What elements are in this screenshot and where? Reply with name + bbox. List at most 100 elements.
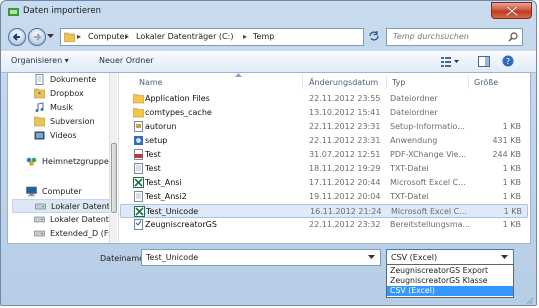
- preview-pane-icon[interactable]: [478, 56, 490, 67]
- file-row[interactable]: Application Files 22.11.2012 23:55 Dateior…: [120, 92, 528, 106]
- filename-label: Dateiname:: [100, 254, 147, 263]
- browser-area: Dokumente Dropbox Musik Subversion Video…: [7, 72, 531, 244]
- file-date: 18.11.2012 19:29: [309, 164, 381, 173]
- file-row[interactable]: comtypes_cache 13.10.2012 15:41 Dateiordne…: [120, 106, 528, 120]
- file-type-option[interactable]: ZeugniscreatorGS Export: [387, 266, 513, 276]
- search-placeholder: Temp durchsuchen: [393, 32, 469, 41]
- file-date: 22.11.2012 23:31: [309, 136, 381, 145]
- resize-grip-icon[interactable]: [526, 297, 534, 305]
- breadcrumb-local-drive[interactable]: Lokaler Datenträger (C:): [136, 32, 233, 41]
- file-type-option-selected[interactable]: CSV (Excel): [387, 286, 513, 296]
- new-folder-button[interactable]: Neuer Ordner: [99, 56, 154, 65]
- back-button[interactable]: [8, 28, 26, 46]
- forward-button[interactable]: [28, 28, 46, 46]
- sidebar-item-label: Videos: [50, 131, 77, 140]
- folder-icon: [133, 108, 144, 118]
- drive-icon: [35, 203, 46, 210]
- help-icon[interactable]: ?: [502, 55, 514, 67]
- file-list: Name Änderungsdatum Typ Größe Applicatio…: [120, 73, 530, 243]
- refresh-icon[interactable]: [368, 30, 380, 42]
- file-row[interactable]: ZeugniscreatorGS 22.11.2012 23:32 Bereitst…: [120, 218, 528, 232]
- documents-icon: [35, 74, 44, 85]
- breadcrumb-temp[interactable]: Temp: [253, 32, 274, 41]
- file-size: 1 KB: [502, 178, 521, 187]
- file-type: Microsoft Excel C...: [391, 207, 467, 216]
- title-bar[interactable]: Daten importieren: [1, 1, 536, 23]
- file-type: Setup-Informatio...: [390, 122, 465, 131]
- sidebar-item-homegroup[interactable]: Heimnetzgruppe: [12, 155, 112, 169]
- organize-button[interactable]: Organisieren ▾: [11, 56, 69, 65]
- recent-pages-dropdown[interactable]: [47, 34, 54, 39]
- file-name: setup: [145, 136, 168, 145]
- file-row[interactable]: Test_Ansi 17.11.2012 20:44 Microsoft Excel…: [120, 176, 528, 190]
- app-icon: [8, 8, 19, 16]
- sidebar-item-documents[interactable]: Dokumente: [12, 73, 112, 87]
- folder-icon: [64, 32, 75, 42]
- organize-label: Organisieren: [11, 56, 63, 65]
- navigation-pane: Dokumente Dropbox Musik Subversion Video…: [8, 73, 117, 243]
- file-name: autorun: [145, 122, 177, 131]
- file-type: Bereitstellungsma...: [390, 220, 471, 229]
- sidebar-item-extended-f[interactable]: Extended_D (F:): [12, 227, 114, 241]
- pdf-icon: [134, 149, 143, 160]
- chevron-down-icon[interactable]: [501, 255, 508, 260]
- file-date: 31.07.2012 12:51: [309, 150, 381, 159]
- file-type-option[interactable]: ZeugniscreatorGS Klasse: [387, 276, 513, 286]
- drive-icon: [34, 216, 45, 223]
- sidebar-item-label: Lokaler Datenträ: [50, 215, 117, 224]
- sidebar-item-local-drive-d[interactable]: Lokaler Datenträ: [12, 213, 117, 227]
- sidebar-item-subversion[interactable]: Subversion: [12, 115, 112, 129]
- navigation-scrollbar[interactable]: [109, 73, 117, 243]
- breadcrumb-separator: ▸: [243, 32, 248, 41]
- file-type: Dateiordner: [390, 94, 438, 103]
- setup-info-icon: [134, 121, 143, 132]
- computer-icon: [26, 186, 37, 197]
- back-arrow-icon: [12, 33, 20, 41]
- file-row[interactable]: Test 18.11.2012 19:29 TXT-Datei 1 KB: [120, 162, 528, 176]
- filename-value: Test_Unicode: [146, 253, 199, 262]
- chevron-down-icon[interactable]: [368, 255, 375, 260]
- file-row[interactable]: Test 31.07.2012 12:51 PDF-XChange Vie... 24…: [120, 148, 528, 162]
- search-input[interactable]: Temp durchsuchen: [386, 28, 523, 46]
- file-size: 1 KB: [502, 192, 521, 201]
- file-row[interactable]: autorun 22.11.2012 23:31 Setup-Informatio.…: [120, 120, 528, 134]
- view-options-icon[interactable]: [441, 56, 459, 67]
- breadcrumb-separator: ▸: [77, 32, 82, 41]
- close-button[interactable]: [491, 2, 532, 19]
- filename-field[interactable]: Test_Unicode: [141, 249, 381, 266]
- file-date: 17.11.2012 20:44: [309, 178, 381, 187]
- file-row[interactable]: Test_Unicode 16.11.2012 21:24 Microsoft Ex…: [120, 204, 528, 218]
- sidebar-item-music[interactable]: Musik: [12, 101, 112, 115]
- breadcrumb-separator: ▸: [125, 32, 130, 41]
- file-type: PDF-XChange Vie...: [390, 150, 467, 159]
- setup-app-icon: [134, 136, 143, 145]
- text-file-icon: [134, 163, 143, 174]
- subversion-icon: [34, 116, 45, 127]
- column-divider[interactable]: [302, 75, 303, 89]
- text-file-icon: [134, 191, 143, 202]
- file-date: 19.11.2012 20:04: [309, 192, 381, 201]
- sidebar-item-local-drive-c[interactable]: Lokaler Datenträ: [12, 199, 117, 213]
- file-type: TXT-Datei: [390, 192, 429, 201]
- column-header-label: Größe: [474, 78, 499, 87]
- file-date: 13.10.2012 15:41: [309, 108, 381, 117]
- file-date: 22.11.2012 23:55: [309, 94, 381, 103]
- file-name: Application Files: [145, 94, 210, 103]
- excel-icon: [134, 206, 145, 217]
- manifest-icon: [134, 219, 143, 230]
- sidebar-item-dropbox[interactable]: Dropbox: [12, 87, 112, 101]
- pane-splitter[interactable]: [118, 73, 119, 243]
- column-divider[interactable]: [386, 75, 387, 89]
- column-divider[interactable]: [468, 75, 469, 89]
- search-icon[interactable]: [508, 32, 518, 42]
- address-bar[interactable]: ▸ Computer ▸ Lokaler Datenträger (C:) ▸ …: [60, 28, 419, 46]
- scrollbar-thumb[interactable]: [111, 143, 117, 213]
- file-size: 1 KB: [502, 122, 521, 131]
- sidebar-item-videos[interactable]: Videos: [12, 129, 112, 143]
- file-row[interactable]: setup 22.11.2012 23:31 Anwendung 431 KB: [120, 134, 528, 148]
- sidebar-item-label: Extended_D (F:): [50, 229, 114, 238]
- file-row[interactable]: Test_Ansi2 19.11.2012 20:04 TXT-Datei 1 KB: [120, 190, 528, 204]
- sidebar-item-computer[interactable]: Computer: [12, 185, 112, 199]
- sidebar-item-label: Dropbox: [50, 89, 84, 98]
- breadcrumb-computer[interactable]: Computer: [88, 32, 128, 41]
